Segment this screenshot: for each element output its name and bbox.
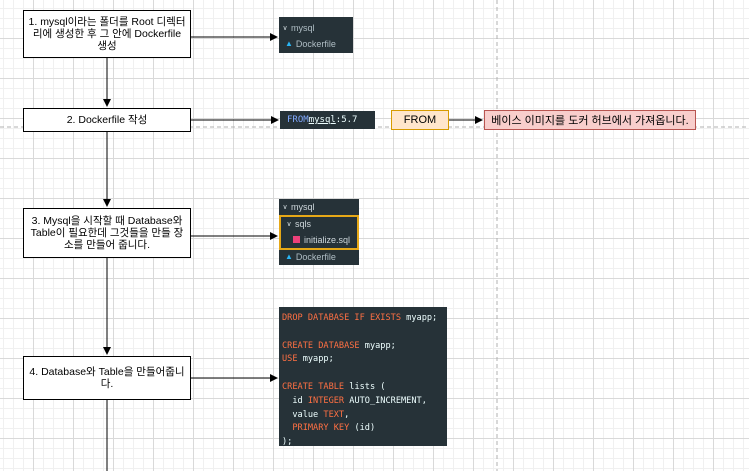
sql-text: AUTO_INCREMENT, <box>344 395 427 406</box>
sql-text: id <box>282 395 308 406</box>
step-4-box: 4. Database와 Table을 만들어줍니다. <box>23 356 191 400</box>
code-keyword: FROM <box>287 115 309 125</box>
sql-keyword: INTEGER <box>307 395 345 406</box>
sql-text: lists ( <box>344 381 386 392</box>
from-label: FROM <box>403 114 437 126</box>
from-label-box: FROM <box>391 110 449 130</box>
step-2-box: 2. Dockerfile 작성 <box>23 108 191 132</box>
sql-keyword: TEXT <box>323 409 345 420</box>
sql-text: value <box>282 409 324 420</box>
sql-keyword: CREATE TABLE <box>282 381 345 392</box>
docker-icon: ▲ <box>285 252 293 261</box>
folder-name: mysql <box>291 201 315 212</box>
docker-icon: ▲ <box>285 39 293 48</box>
sql-keyword: USE <box>282 354 298 365</box>
code-tag: 5.7 <box>341 115 358 125</box>
sql-text: myapp; <box>297 354 334 365</box>
chevron-down-icon: ∨ <box>282 24 288 32</box>
sql-text: myapp; <box>401 313 438 323</box>
file-explorer-1: ∨ mysql ▲ Dockerfile <box>279 17 353 53</box>
step-4-text: 4. Database와 Table을 만들어줍니다. <box>29 366 185 390</box>
step-3-box: 3. Mysql을 시작할 때 Database와 Table이 필요한데 그것… <box>23 208 191 258</box>
sql-text: (id) <box>349 423 376 434</box>
file-explorer-2: ∨ mysql ∨ sqls initialize.sql ▲ Dockerfi… <box>279 199 359 265</box>
selection-highlight <box>279 215 359 250</box>
sql-keyword: PRIMARY KEY <box>292 423 350 434</box>
sql-text: , <box>344 409 350 420</box>
code-image: mysql <box>308 115 336 125</box>
step-2-text: 2. Dockerfile 작성 <box>66 114 148 126</box>
sql-keyword: CREATE DATABASE <box>282 340 360 351</box>
note-text: 베이스 이미지를 도커 허브에서 가져옵니다. <box>491 115 689 127</box>
sql-text: ); <box>282 437 293 448</box>
step-3-text: 3. Mysql을 시작할 때 Database와 Table이 필요한데 그것… <box>30 215 184 251</box>
folder-name: mysql <box>291 22 315 33</box>
explorer-file-row: ▲ Dockerfile <box>285 37 336 50</box>
sql-keyword: DROP DATABASE IF EXISTS <box>282 313 401 323</box>
explorer-folder-row: ∨ mysql <box>281 200 315 213</box>
sql-text: myapp; <box>359 340 396 351</box>
step-1-box: 1. mysql이라는 폴더를 Root 디렉터리에 생성한 후 그 안에 Do… <box>23 10 191 58</box>
file-name: Dockerfile <box>295 38 336 49</box>
note-box: 베이스 이미지를 도커 허브에서 가져옵니다. <box>484 110 696 130</box>
sql-code-block: DROP DATABASE IF EXISTS myapp; CREATE DA… <box>279 307 447 448</box>
file-name: Dockerfile <box>295 251 336 262</box>
step-1-text: 1. mysql이라는 폴더를 Root 디렉터리에 생성한 후 그 안에 Do… <box>28 16 186 52</box>
explorer-file-row: ▲ Dockerfile <box>285 250 336 263</box>
chevron-down-icon: ∨ <box>282 203 288 211</box>
explorer-folder-row: ∨ mysql <box>281 21 315 34</box>
dockerfile-code: FROM mysql:5.7 <box>280 111 375 129</box>
